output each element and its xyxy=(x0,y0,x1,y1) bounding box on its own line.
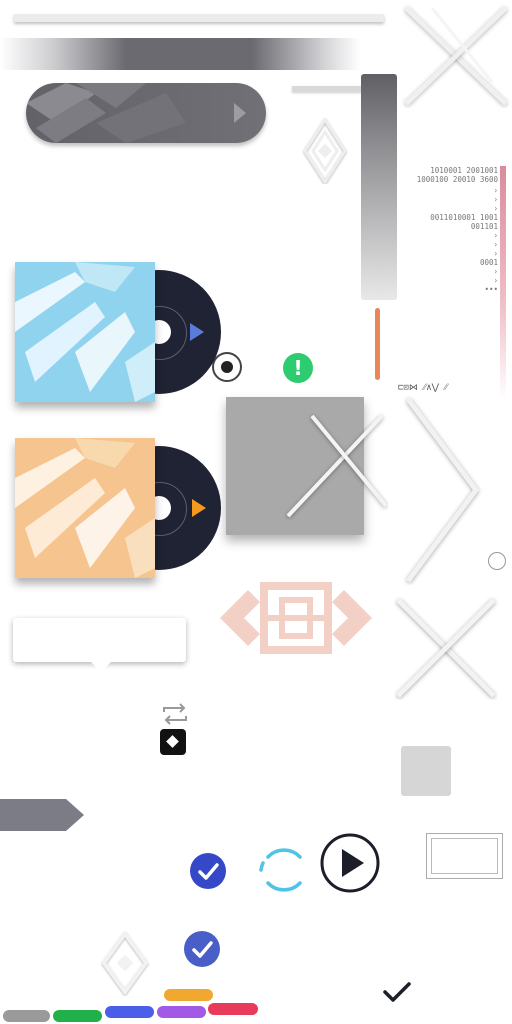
loading-spinner-icon xyxy=(259,848,302,892)
album-cover xyxy=(15,438,155,578)
image-frame xyxy=(426,833,503,879)
media-pill-button[interactable] xyxy=(26,83,266,143)
binary-line: 0001 xyxy=(479,258,498,267)
repeat-icon[interactable] xyxy=(160,702,190,726)
check-icon xyxy=(198,863,219,880)
checkbox-checked[interactable] xyxy=(184,931,220,967)
tooltip-bubble xyxy=(13,618,186,672)
diamond-key-icon[interactable] xyxy=(160,729,186,755)
alert-icon: ! xyxy=(283,353,313,383)
color-chip[interactable] xyxy=(3,1010,50,1022)
shard-art-icon xyxy=(15,438,155,578)
color-chip[interactable] xyxy=(105,1006,154,1018)
color-chip[interactable] xyxy=(208,1003,258,1015)
top-progress-line xyxy=(14,14,384,22)
album-card[interactable] xyxy=(15,438,221,578)
album-card[interactable] xyxy=(15,262,221,402)
play-triangle-icon[interactable] xyxy=(192,499,206,517)
close-icon[interactable] xyxy=(282,410,388,520)
diamond-ornament-icon xyxy=(303,118,347,184)
vertical-slider-track[interactable] xyxy=(361,74,397,300)
tag-arrow-icon xyxy=(0,799,84,831)
ellipsis-dots: ••• xyxy=(484,285,498,294)
level-indicator xyxy=(375,308,380,380)
album-cover xyxy=(15,262,155,402)
shard-pattern-icon xyxy=(26,83,186,143)
play-triangle-icon[interactable] xyxy=(190,323,204,341)
binary-readout: 1010001 2001001 1000100 20010 3600 › › › 0… xyxy=(398,166,498,393)
diamond-ornament-icon xyxy=(101,930,149,996)
check-icon xyxy=(192,941,213,958)
geometric-pattern-icon xyxy=(220,582,372,654)
color-chip[interactable] xyxy=(164,989,213,1001)
color-chip[interactable] xyxy=(53,1010,102,1022)
glyph-code: ⊏⊡⋈ ⁄⁄∧⋁ ⁄⁄ xyxy=(398,383,448,393)
radio-button[interactable] xyxy=(212,352,242,382)
placeholder-square xyxy=(401,746,451,796)
chevron-right-icon[interactable] xyxy=(400,395,485,585)
divider-bar xyxy=(292,86,362,92)
color-chip[interactable] xyxy=(157,1006,206,1018)
close-icon[interactable] xyxy=(402,2,512,108)
radio-empty-icon[interactable] xyxy=(488,552,506,570)
play-button[interactable] xyxy=(320,833,380,893)
fade-banner xyxy=(0,38,360,70)
arrow-right-icon xyxy=(234,103,246,123)
binary-line: 1000100 20010 3600 xyxy=(416,175,498,184)
checkbox-checked[interactable] xyxy=(190,853,226,889)
shard-art-icon xyxy=(15,262,155,402)
binary-line: 001101 xyxy=(470,222,498,231)
binary-line: 0011010001 1001 xyxy=(430,213,498,222)
accent-bar xyxy=(500,166,506,400)
close-icon[interactable] xyxy=(394,596,498,700)
binary-line: 1010001 2001001 xyxy=(430,166,498,175)
check-icon[interactable] xyxy=(382,980,412,1004)
